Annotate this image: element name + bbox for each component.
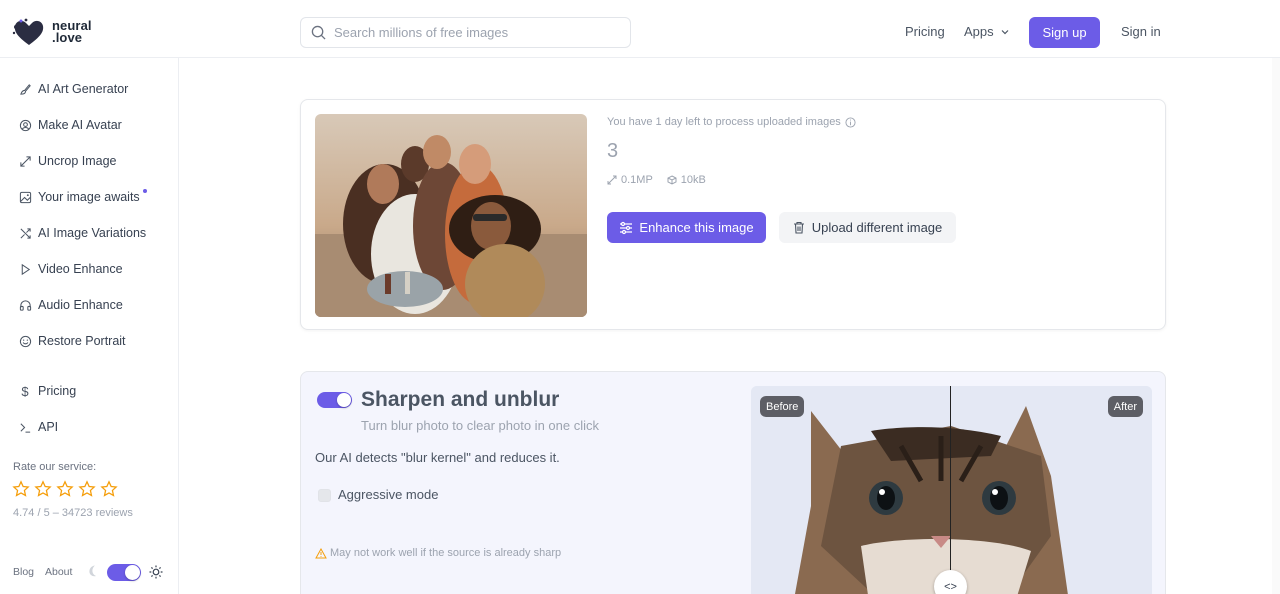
reviews-summary: 4.74 / 5 – 34723 reviews bbox=[13, 507, 133, 519]
sidebar-item-video-enhance[interactable]: Video Enhance bbox=[18, 262, 123, 276]
nav-apps-label: Apps bbox=[964, 24, 994, 39]
enhance-image-button[interactable]: Enhance this image bbox=[607, 212, 766, 243]
blog-link[interactable]: Blog bbox=[13, 566, 34, 578]
sidebar-item-label: Restore Portrait bbox=[38, 334, 126, 348]
sidebar-item-ai-art-generator[interactable]: AI Art Generator bbox=[18, 82, 128, 96]
nav-apps-menu[interactable]: Apps bbox=[964, 24, 1010, 39]
image-resolution: 0.1MP bbox=[621, 174, 653, 186]
image-meta: 0.1MP 10kB bbox=[607, 174, 706, 186]
heart-logo-icon bbox=[12, 18, 44, 45]
code-arrows-icon: <> bbox=[944, 580, 957, 593]
nav-pricing-link[interactable]: Pricing bbox=[905, 24, 945, 39]
warning-text: May not work well if the source is alrea… bbox=[330, 547, 562, 559]
sidebar-item-pricing[interactable]: $ Pricing bbox=[18, 383, 77, 399]
sidebar-item-audio-enhance[interactable]: Audio Enhance bbox=[18, 298, 123, 312]
sharpen-feature-card: Sharpen and unblur Turn blur photo to cl… bbox=[300, 371, 1166, 594]
kitten-photo bbox=[751, 386, 1152, 594]
sidebar-item-make-ai-avatar[interactable]: Make AI Avatar bbox=[18, 118, 122, 132]
sidebar-item-label: API bbox=[38, 420, 59, 434]
comparison-divider[interactable] bbox=[950, 386, 951, 594]
sidebar-item-uncrop-image[interactable]: Uncrop Image bbox=[18, 154, 117, 168]
sign-in-link[interactable]: Sign in bbox=[1121, 24, 1161, 39]
enhance-button-label: Enhance this image bbox=[639, 220, 754, 235]
page-scrollbar[interactable] bbox=[1272, 58, 1280, 594]
search-box[interactable] bbox=[300, 17, 631, 48]
sidebar-item-label: AI Image Variations bbox=[38, 226, 147, 240]
play-icon bbox=[18, 262, 32, 276]
search-input[interactable] bbox=[334, 25, 614, 40]
before-after-comparison[interactable]: Before After <> bbox=[751, 386, 1152, 594]
sidebar-item-label: Audio Enhance bbox=[38, 298, 123, 312]
upload-different-image-button[interactable]: Upload different image bbox=[779, 212, 956, 243]
sharpen-toggle[interactable] bbox=[317, 392, 352, 408]
search-icon bbox=[311, 25, 326, 40]
logo-text-line2: .love bbox=[52, 30, 83, 45]
sidebar-item-label: AI Art Generator bbox=[38, 82, 129, 96]
main-content: You have 1 day left to process uploaded … bbox=[179, 58, 1280, 594]
rate-label: Rate our service: bbox=[13, 461, 97, 473]
days-left-notice: You have 1 day left to process uploaded … bbox=[607, 116, 856, 128]
about-link[interactable]: About bbox=[45, 566, 72, 578]
logo[interactable]: neural .love bbox=[12, 17, 92, 47]
image-icon bbox=[18, 190, 32, 204]
sidebar-item-api[interactable]: API bbox=[18, 420, 58, 434]
logo-text: neural .love bbox=[52, 19, 92, 45]
sidebar-item-label: Your image awaits bbox=[38, 190, 140, 204]
avatar-icon bbox=[18, 118, 32, 132]
feature-subtitle: Turn blur photo to clear photo in one cl… bbox=[361, 418, 599, 433]
info-icon[interactable] bbox=[845, 116, 856, 128]
days-left-text: You have 1 day left to process uploaded … bbox=[607, 116, 841, 128]
top-header: neural .love Pricing Apps Sign up Sign i… bbox=[0, 0, 1280, 58]
headphones-icon bbox=[18, 298, 32, 312]
sharp-source-warning: May not work well if the source is alrea… bbox=[315, 547, 561, 559]
sliders-icon bbox=[620, 221, 633, 234]
uploaded-image-card: You have 1 day left to process uploaded … bbox=[300, 99, 1166, 330]
sidebar-item-ai-image-variations[interactable]: AI Image Variations bbox=[18, 226, 146, 240]
shuffle-icon bbox=[18, 226, 32, 240]
terminal-icon bbox=[18, 420, 32, 434]
rating-stars bbox=[12, 480, 118, 498]
file-name: 3 bbox=[607, 140, 619, 162]
expand-icon bbox=[18, 154, 32, 168]
star-icon[interactable] bbox=[56, 480, 74, 498]
moon-icon bbox=[89, 565, 96, 577]
sidebar-item-label: Pricing bbox=[38, 384, 77, 398]
sidebar-item-label: Make AI Avatar bbox=[38, 118, 122, 132]
box-icon bbox=[667, 175, 677, 185]
sidebar: AI Art Generator Make AI Avatar Uncrop I… bbox=[0, 58, 179, 594]
brush-icon bbox=[18, 82, 32, 96]
theme-toggle[interactable] bbox=[107, 564, 141, 581]
feature-title: Sharpen and unblur bbox=[361, 388, 560, 411]
upload-button-label: Upload different image bbox=[811, 220, 943, 235]
feature-description: Our AI detects "blur kernel" and reduces… bbox=[315, 450, 560, 465]
star-icon[interactable] bbox=[12, 480, 30, 498]
smile-icon bbox=[18, 334, 32, 348]
sign-up-button[interactable]: Sign up bbox=[1029, 17, 1100, 48]
uploaded-photo bbox=[315, 114, 587, 317]
sidebar-item-your-image-awaits[interactable]: Your image awaits bbox=[18, 190, 140, 204]
notification-dot bbox=[143, 189, 147, 193]
dollar-icon: $ bbox=[21, 383, 29, 399]
warning-icon bbox=[315, 547, 327, 558]
sidebar-item-restore-portrait[interactable]: Restore Portrait bbox=[18, 334, 126, 348]
sidebar-item-label: Video Enhance bbox=[38, 262, 123, 276]
sidebar-item-label: Uncrop Image bbox=[38, 154, 117, 168]
chevron-down-icon bbox=[1001, 29, 1009, 34]
star-icon[interactable] bbox=[78, 480, 96, 498]
aggressive-mode-checkbox[interactable] bbox=[318, 489, 331, 502]
star-icon[interactable] bbox=[34, 480, 52, 498]
image-file-size: 10kB bbox=[680, 174, 706, 186]
star-icon[interactable] bbox=[100, 480, 118, 498]
aggressive-mode-label[interactable]: Aggressive mode bbox=[338, 487, 438, 502]
before-badge: Before bbox=[760, 396, 805, 417]
after-badge: After bbox=[1107, 396, 1143, 417]
sun-icon bbox=[149, 565, 163, 579]
resize-icon bbox=[607, 175, 617, 185]
trash-icon bbox=[793, 221, 804, 234]
